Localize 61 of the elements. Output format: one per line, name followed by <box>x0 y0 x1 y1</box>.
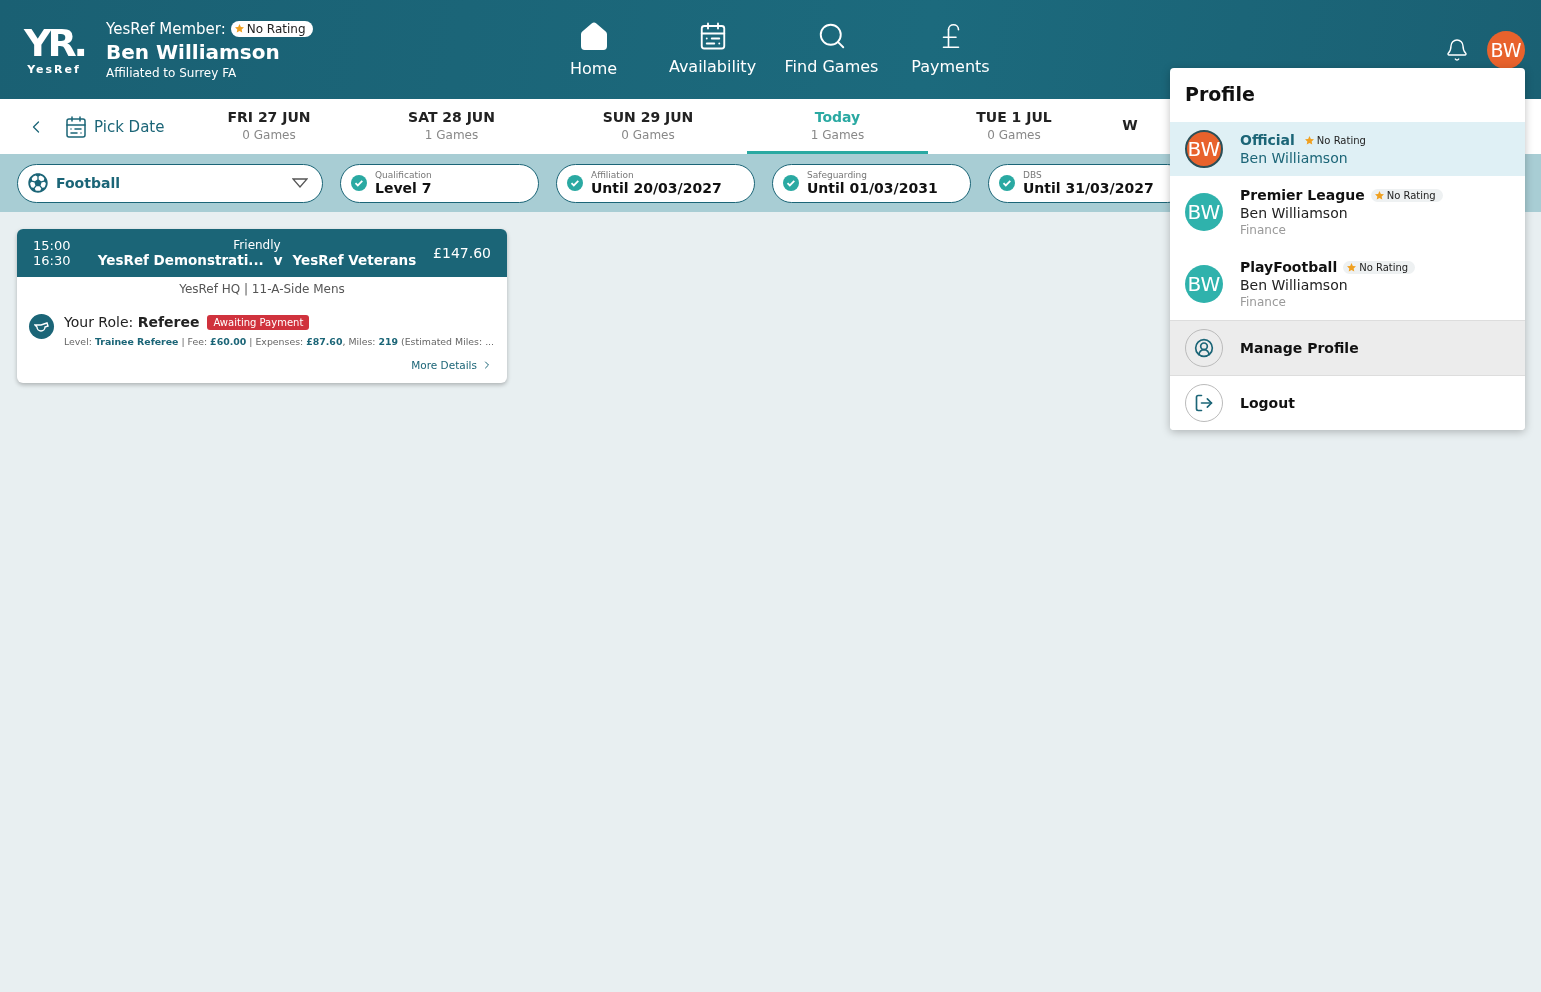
menu-title: Profile <box>1184 82 1256 107</box>
star-icon <box>1304 135 1314 145</box>
more-details-link[interactable]: More Details <box>411 347 507 383</box>
star-icon <box>234 24 244 33</box>
menu-action[interactable]: Logout <box>1170 375 1525 430</box>
yesref-logo: YR. YesRef <box>23 23 85 76</box>
nav-item[interactable]: Availability <box>653 21 772 78</box>
date-tab[interactable]: SAT 28 JUN 1 Games <box>354 99 549 154</box>
sport-select[interactable]: Football <box>17 163 323 203</box>
rating-label: No Rating <box>230 20 313 37</box>
profile-item[interactable]: BW Official No Rating Ben Williamson <box>1170 122 1525 176</box>
credential-badge: Safeguarding Until 01/03/2031 <box>772 163 971 203</box>
venue-text: YesRef HQ | 11-A-Side Mens <box>178 282 346 296</box>
menu-action[interactable]: Manage Profile <box>1170 320 1525 375</box>
notifications-icon[interactable] <box>1445 37 1469 62</box>
logout-icon <box>1194 393 1214 413</box>
rating-label: No Rating <box>1370 188 1443 202</box>
profile-role: Finance <box>1240 295 1287 309</box>
profile-name: Ben Williamson <box>1240 205 1349 221</box>
star-icon <box>1347 262 1357 272</box>
member-label: YesRef Member: <box>106 19 226 38</box>
away-team: YesRef Veterans <box>292 252 417 268</box>
date-tab[interactable]: FRI 27 JUN 0 Games <box>184 99 354 154</box>
date-tab[interactable]: SUN 29 JUN 0 Games <box>549 99 747 154</box>
credential-badge: Qualification Level 7 <box>340 163 539 203</box>
user-icon <box>1194 338 1214 358</box>
rating-label: No Rating <box>1343 260 1416 274</box>
nav-item[interactable]: Payments <box>891 21 1010 78</box>
nav-item[interactable]: Find Games <box>772 21 891 78</box>
football-icon <box>28 173 48 193</box>
competition-label: Friendly <box>233 238 281 252</box>
rating-label: No Rating <box>1300 133 1373 147</box>
pick-date-button[interactable]: Pick Date <box>64 99 184 154</box>
home-team: YesRef Demonstrati... <box>97 252 264 268</box>
avatar: BW <box>1185 265 1223 303</box>
whistle-icon <box>29 314 54 339</box>
avatar: BW <box>1185 193 1223 231</box>
dropdown-icon <box>292 178 308 188</box>
role-text: Your Role: Referee <box>64 314 200 330</box>
total-amount: £147.60 <box>432 245 491 261</box>
profile-name: Ben Williamson <box>1240 150 1349 166</box>
org-name: PlayFootball <box>1240 259 1338 275</box>
star-icon <box>1374 190 1384 200</box>
nav-item[interactable]: Home <box>534 21 653 78</box>
org-name: Premier League <box>1240 187 1365 203</box>
status-badge: Awaiting Payment <box>207 314 310 330</box>
date-tab[interactable]: TUE 1 JUL 0 Games <box>928 99 1100 154</box>
calendar-icon <box>64 114 88 139</box>
profile-item[interactable]: BW Premier League No Rating Ben Williamson Finance <box>1170 176 1525 248</box>
affiliation-text: Affiliated to Surrey FA <box>106 65 238 80</box>
profile-name: Ben Williamson <box>1240 277 1349 293</box>
versus-label: v <box>273 252 283 268</box>
credential-badge: Affiliation Until 20/03/2027 <box>556 163 755 203</box>
profile-item[interactable]: BW PlayFootball No Rating Ben Williamson Finance <box>1170 248 1525 320</box>
match-times: 15:00 16:30 <box>33 238 72 268</box>
member-name: Ben Williamson <box>106 39 281 64</box>
fee-details: Level: Trainee Referee | Fee: £60.00 | Expenses: £87.60, Miles: 219 (Estimated Miles: ... <box>64 336 495 347</box>
avatar: BW <box>1185 130 1223 168</box>
profile-role: Finance <box>1240 223 1287 237</box>
org-name: Official <box>1240 132 1295 148</box>
date-tab[interactable]: W <box>1100 99 1160 154</box>
